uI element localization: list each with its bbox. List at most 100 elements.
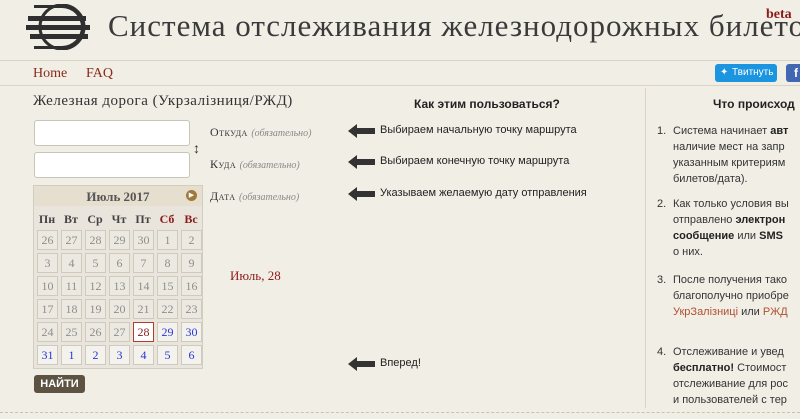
train-logo-icon[interactable] <box>26 4 98 50</box>
railway-link[interactable]: РЖД <box>763 306 788 318</box>
calendar-day[interactable]: 1 <box>61 345 82 365</box>
to-field-label: Куда (обязательно) <box>210 157 300 172</box>
calendar-day[interactable]: 30 <box>181 322 202 342</box>
step-text: SMS <box>759 230 783 242</box>
calendar-day[interactable]: 4 <box>133 345 154 365</box>
step-text: После получения тако <box>673 274 788 286</box>
step-line: Отслеживание и увед <box>657 344 788 360</box>
calendar-day: 13 <box>109 276 130 296</box>
column-divider <box>645 88 646 408</box>
site-title: Система отслеживания железнодорожных бил… <box>108 8 800 43</box>
weekday-label: Чт <box>111 212 127 226</box>
hint-text: Указываем желаемую дату отправления <box>380 187 587 199</box>
calendar-day[interactable]: 2 <box>85 345 106 365</box>
selected-date-display: Июль, 28 <box>230 268 281 283</box>
calendar-day: 25 <box>61 322 82 342</box>
step-text: указанным критериям <box>673 157 786 169</box>
step-text: наличие мест на запр <box>673 141 785 153</box>
calendar-day-today[interactable]: 28 <box>133 322 154 342</box>
find-button[interactable]: НАЙТИ <box>34 375 85 393</box>
to-label-text: Куда <box>210 157 237 171</box>
what-happens-heading: Что происход <box>713 97 795 111</box>
step-number: 1. <box>657 125 667 137</box>
calendar-day: 15 <box>157 276 178 296</box>
swap-direction-icon[interactable]: ↕ <box>193 142 200 158</box>
calendar-day: 10 <box>37 276 58 296</box>
from-field-label: Откуда (обязательно) <box>210 125 311 140</box>
railway-link[interactable]: УкрЗалізниці <box>673 306 738 318</box>
hint-text: Выбираем конечную точку маршрута <box>380 155 570 167</box>
calendar-day[interactable]: 6 <box>181 345 202 365</box>
calendar-day[interactable]: 31 <box>37 345 58 365</box>
nav-faq-link[interactable]: FAQ <box>86 66 113 82</box>
process-step: 2. Как только условия вы отправлено электр… <box>657 196 789 260</box>
step-line: указанным критериям <box>657 155 788 171</box>
step-text: Как только условия вы <box>673 198 789 210</box>
calendar-day: 5 <box>85 253 106 273</box>
beta-badge: beta <box>766 7 792 22</box>
step-text: билетов/дата). <box>673 173 748 185</box>
facebook-share-button[interactable]: f <box>786 64 800 82</box>
left-arrow-icon <box>348 155 375 169</box>
step-line: отслеживание для рос <box>657 376 788 392</box>
calendar-day[interactable]: 5 <box>157 345 178 365</box>
left-arrow-icon <box>348 124 375 138</box>
next-month-icon[interactable]: ▶ <box>186 190 197 201</box>
calendar-day[interactable]: 29 <box>157 322 178 342</box>
step-line: УкрЗалізниці или РЖД <box>657 304 789 320</box>
tweet-button[interactable]: ✦ Твитнуть <box>715 64 777 82</box>
calendar-day: 23 <box>181 299 202 319</box>
weekday-label: Пн <box>38 212 56 226</box>
date-label-text: Дата <box>210 189 236 203</box>
step-text: Отслеживание и увед <box>673 346 784 358</box>
calendar-day: 21 <box>133 299 154 319</box>
step-number: 3. <box>657 274 667 286</box>
step-number: 4. <box>657 346 667 358</box>
nav-home-link[interactable]: Home <box>33 66 67 82</box>
calendar-day: 3 <box>37 253 58 273</box>
from-station-input[interactable] <box>34 120 190 146</box>
step-line: сообщение или SMS <box>657 228 789 244</box>
calendar-day: 29 <box>109 230 130 250</box>
calendar-day: 6 <box>109 253 130 273</box>
required-note: (обязательно) <box>239 160 300 171</box>
date-field-label: Дата (обязательно) <box>210 189 299 204</box>
process-step: 1. Система начинает авт наличие мест на за… <box>657 123 788 187</box>
to-station-input[interactable] <box>34 152 190 178</box>
calendar-day: 11 <box>61 276 82 296</box>
step-text: бесплатно! <box>673 362 735 374</box>
calendar-day: 12 <box>85 276 106 296</box>
step-text: отправлено <box>673 214 736 226</box>
step-text: отслеживание для рос <box>673 378 789 390</box>
calendar-day: 7 <box>133 253 154 273</box>
step-line: Система начинает авт <box>657 123 788 139</box>
step-line: и пользователей с тер <box>657 392 788 408</box>
calendar-day: 17 <box>37 299 58 319</box>
step-text: и пользователей с тер <box>673 394 787 406</box>
weekday-label: Вс <box>184 212 198 226</box>
calendar-header: Июль 2017 ▶ <box>34 186 202 206</box>
calendar-day: 2 <box>181 230 202 250</box>
tweet-label: Твитнуть <box>732 67 774 78</box>
calendar-day: 1 <box>157 230 178 250</box>
step-text: благополучно приобре <box>673 290 789 302</box>
calendar-day: 16 <box>181 276 202 296</box>
date-picker-calendar: Июль 2017 ▶ Пн Вт Ср Чт Пт Сб Вс 26 27 28 29 30 1 2 3… <box>33 185 203 369</box>
hint-text: Выбираем начальную точку маршрута <box>380 124 577 136</box>
step-line: наличие мест на запр <box>657 139 788 155</box>
calendar-month-label: Июль 2017 <box>86 189 150 204</box>
from-label-text: Откуда <box>210 125 248 139</box>
process-step: 4. Отслеживание и увед бесплатно! Стоимост… <box>657 344 788 408</box>
left-arrow-icon <box>348 357 375 371</box>
process-step: 3. После получения тако благополучно приоб… <box>657 272 789 320</box>
how-to-heading: Как этим пользоваться? <box>414 97 560 111</box>
calendar-day: 22 <box>157 299 178 319</box>
step-number: 2. <box>657 198 667 210</box>
step-line: бесплатно! Стоимост <box>657 360 788 376</box>
calendar-day: 9 <box>181 253 202 273</box>
step-text: сообщение <box>673 230 735 242</box>
calendar-day: 26 <box>37 230 58 250</box>
calendar-day[interactable]: 3 <box>109 345 130 365</box>
calendar-day: 28 <box>85 230 106 250</box>
calendar-day: 19 <box>85 299 106 319</box>
